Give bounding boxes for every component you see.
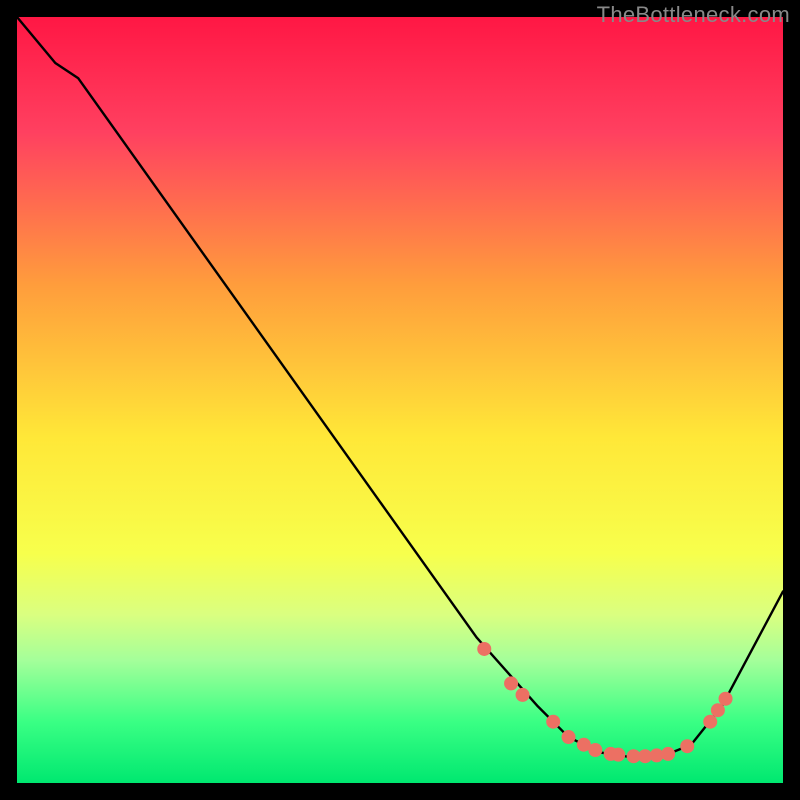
data-point xyxy=(516,688,530,702)
chart-svg xyxy=(17,17,783,783)
data-point xyxy=(562,730,576,744)
chart-container: TheBottleneck.com xyxy=(0,0,800,800)
data-point xyxy=(546,715,560,729)
data-point xyxy=(661,747,675,761)
data-point xyxy=(680,739,694,753)
data-point xyxy=(504,676,518,690)
data-point xyxy=(711,703,725,717)
data-point xyxy=(477,642,491,656)
data-point xyxy=(588,743,602,757)
data-point xyxy=(611,748,625,762)
data-point xyxy=(719,692,733,706)
gradient-background xyxy=(17,17,783,783)
plot-area xyxy=(17,17,783,783)
data-point xyxy=(703,715,717,729)
watermark-text: TheBottleneck.com xyxy=(597,2,790,28)
